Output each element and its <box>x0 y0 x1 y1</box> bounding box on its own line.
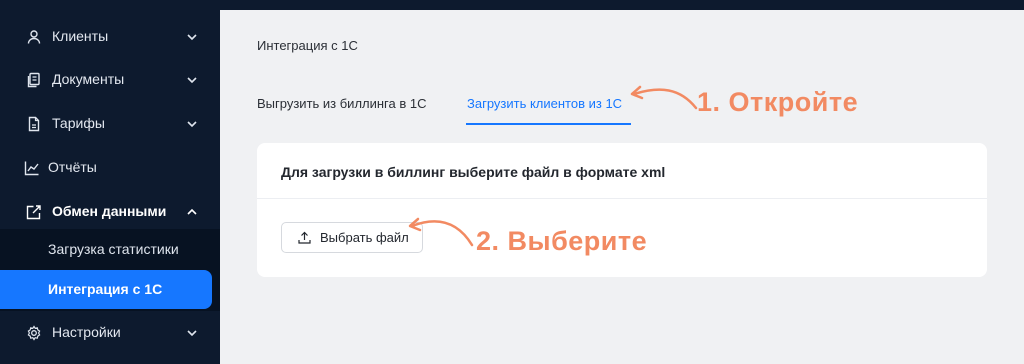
annotation-arrow-2 <box>408 217 474 247</box>
active-tab-indicator <box>466 123 631 125</box>
user-icon <box>27 30 41 44</box>
page-title: Интеграция с 1С <box>257 38 358 53</box>
chart-icon <box>24 161 39 176</box>
tariff-icon <box>28 116 40 132</box>
annotation-step-2: 2. Выберите <box>476 226 648 256</box>
tab-import-clients[interactable]: Загрузить клиентов из 1С <box>467 96 622 111</box>
sidebar-subitem-label: Загрузка статистики <box>48 241 179 257</box>
sidebar-item-data-exchange[interactable]: Обмен данными <box>0 194 220 230</box>
sidebar-item-label: Отчёты <box>48 159 97 175</box>
sidebar-item-settings[interactable]: Настройки <box>0 315 220 351</box>
sidebar-item-label: Тарифы <box>52 115 105 131</box>
exchange-icon <box>26 205 41 220</box>
chevron-down-icon <box>187 34 197 41</box>
sidebar-item-reports[interactable]: Отчёты <box>0 150 220 186</box>
documents-icon <box>27 72 40 88</box>
annotation-step-1: 1. Откройте <box>697 87 859 117</box>
sidebar-item-label: Клиенты <box>52 28 109 44</box>
top-bar <box>220 0 1024 10</box>
sidebar-item-label: Настройки <box>52 324 121 340</box>
card-title: Для загрузки в биллинг выберите файл в ф… <box>281 164 666 180</box>
sidebar-item-documents[interactable]: Документы <box>0 62 220 98</box>
choose-file-button-label: Выбрать файл <box>320 230 409 245</box>
sidebar-subitem-1c-integration[interactable]: Интеграция с 1С <box>0 270 212 309</box>
tab-export-from-billing[interactable]: Выгрузить из биллинга в 1С <box>257 96 427 111</box>
sidebar-item-tariffs[interactable]: Тарифы <box>0 106 220 142</box>
sidebar: Клиенты Документы Тарифы Отчёты Обмен да… <box>0 0 220 364</box>
chevron-down-icon <box>187 330 197 337</box>
upload-icon <box>298 231 311 244</box>
sidebar-item-label: Обмен данными <box>52 203 167 219</box>
chevron-down-icon <box>187 77 197 84</box>
sidebar-subitem-statistics-upload[interactable]: Загрузка статистики <box>0 231 212 267</box>
annotation-arrow-1 <box>630 85 698 110</box>
card-divider <box>257 198 987 199</box>
sidebar-item-label: Документы <box>52 71 125 87</box>
sidebar-subitem-label: Интеграция с 1С <box>48 281 163 297</box>
sidebar-item-clients[interactable]: Клиенты <box>0 19 220 55</box>
gear-icon <box>27 325 41 341</box>
chevron-down-icon <box>187 121 197 128</box>
chevron-up-icon <box>187 208 197 215</box>
